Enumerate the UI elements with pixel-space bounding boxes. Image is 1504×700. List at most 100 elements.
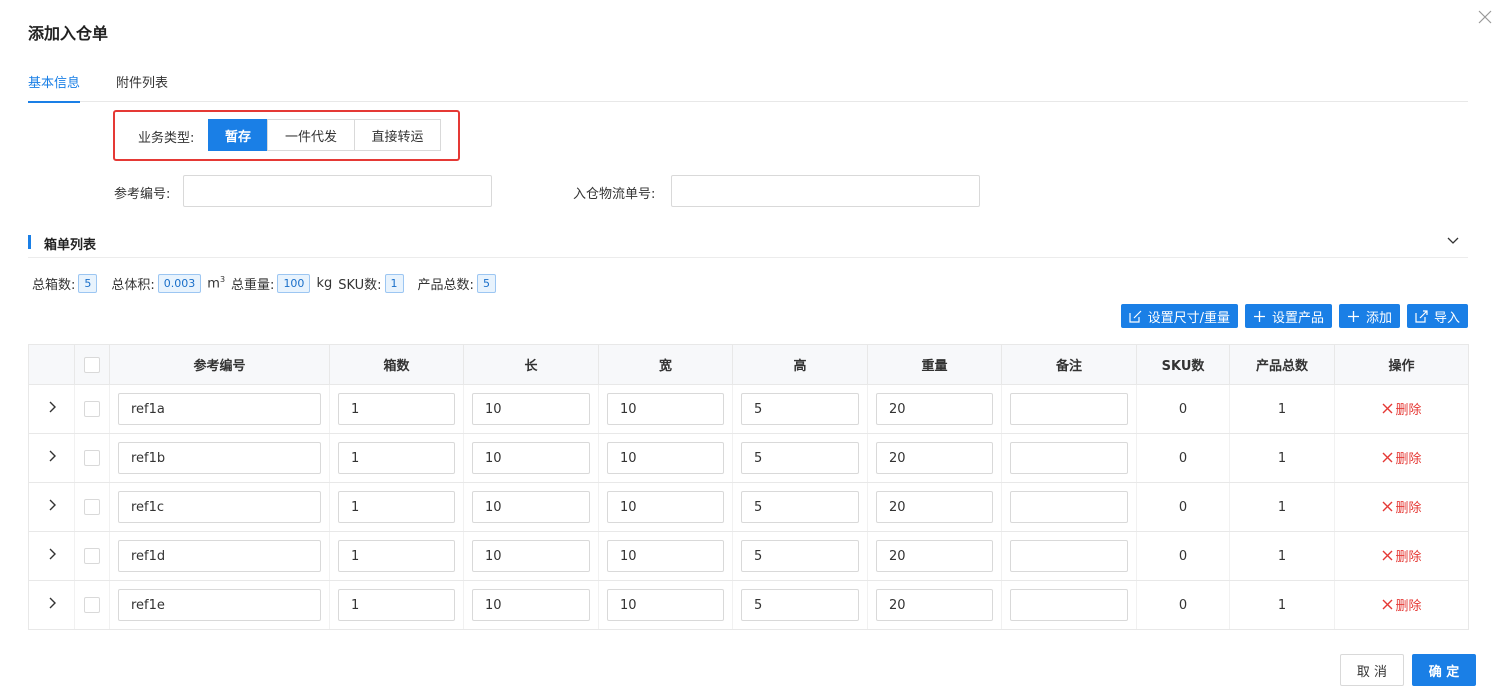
- note-input[interactable]: [1010, 491, 1128, 523]
- cell-weight: 20: [867, 433, 1002, 483]
- weight-input[interactable]: 20: [876, 491, 993, 523]
- chevron-down-icon[interactable]: [1446, 234, 1460, 248]
- ref-input[interactable]: ref1e: [118, 589, 321, 621]
- add-button[interactable]: 添加: [1338, 304, 1400, 328]
- length-input[interactable]: 10: [472, 589, 590, 621]
- cell-boxes: 1: [329, 580, 464, 630]
- cell-height: 5: [732, 433, 868, 483]
- delete-label: 删除: [1395, 403, 1422, 418]
- note-input[interactable]: [1010, 393, 1128, 425]
- cell-ref: ref1d: [109, 531, 330, 581]
- ref-input[interactable]: ref1d: [118, 540, 321, 572]
- chevron-right-icon[interactable]: [45, 548, 59, 565]
- width-input[interactable]: 10: [607, 540, 724, 572]
- height-input[interactable]: 5: [741, 491, 859, 523]
- boxes-input[interactable]: 1: [338, 491, 455, 523]
- set-products-button[interactable]: 设置产品: [1244, 304, 1332, 328]
- row-checkbox[interactable]: [84, 548, 100, 564]
- chevron-right-icon[interactable]: [45, 450, 59, 467]
- boxes-input[interactable]: 1: [338, 540, 455, 572]
- length-input[interactable]: 10: [472, 393, 590, 425]
- inbound-tracking-no-label: 入仓物流单号:: [573, 187, 656, 202]
- weight-input[interactable]: 20: [876, 540, 993, 572]
- import-icon: [1415, 309, 1428, 323]
- total-products-label: 产品总数:: [417, 278, 474, 293]
- import-label: 导入: [1433, 310, 1460, 326]
- cell-weight: 20: [867, 531, 1002, 581]
- header-boxes: 箱数: [329, 344, 464, 385]
- length-input[interactable]: 10: [472, 442, 590, 474]
- length-input[interactable]: 10: [472, 540, 590, 572]
- business-type-temporary-storage[interactable]: 暂存: [208, 119, 268, 151]
- confirm-button[interactable]: 确 定: [1412, 654, 1476, 686]
- cell-note: [1001, 580, 1137, 630]
- header-select-all[interactable]: [74, 344, 110, 385]
- height-input[interactable]: 5: [741, 589, 859, 621]
- expand-cell[interactable]: [28, 531, 75, 581]
- header-height: 高: [732, 344, 868, 385]
- weight-input[interactable]: 20: [876, 393, 993, 425]
- import-button[interactable]: 导入: [1406, 304, 1468, 328]
- cell-length: 10: [463, 482, 599, 532]
- boxes-input[interactable]: 1: [338, 393, 455, 425]
- table-row: ref1e 1 10 10 5 20 0 1 删除: [28, 580, 1469, 630]
- expand-cell[interactable]: [28, 433, 75, 483]
- cell-products: 1: [1229, 433, 1335, 483]
- row-checkbox[interactable]: [84, 450, 100, 466]
- tab-attachments[interactable]: 附件列表: [116, 72, 168, 101]
- cell-actions: 删除: [1334, 433, 1469, 483]
- weight-input[interactable]: 20: [876, 589, 993, 621]
- delete-button[interactable]: 删除: [1381, 448, 1422, 467]
- cell-weight: 20: [867, 580, 1002, 630]
- row-checkbox[interactable]: [84, 597, 100, 613]
- note-input[interactable]: [1010, 540, 1128, 572]
- expand-cell[interactable]: [28, 384, 75, 434]
- business-type-direct-transfer[interactable]: 直接转运: [354, 119, 441, 151]
- cell-sku: 0: [1136, 433, 1230, 483]
- delete-button[interactable]: 删除: [1381, 546, 1422, 565]
- select-all-checkbox[interactable]: [84, 356, 100, 373]
- width-input[interactable]: 10: [607, 491, 724, 523]
- expand-cell[interactable]: [28, 482, 75, 532]
- length-input[interactable]: 10: [472, 491, 590, 523]
- inbound-tracking-no-input[interactable]: [671, 175, 980, 207]
- set-dimensions-button[interactable]: 设置尺寸/重量: [1120, 304, 1238, 328]
- weight-input[interactable]: 20: [876, 442, 993, 474]
- chevron-right-icon[interactable]: [45, 499, 59, 516]
- cell-products: 1: [1229, 580, 1335, 630]
- ref-input[interactable]: ref1b: [118, 442, 321, 474]
- plus-icon: [1253, 310, 1265, 322]
- height-input[interactable]: 5: [741, 442, 859, 474]
- close-icon: [1382, 501, 1393, 512]
- close-icon[interactable]: [1476, 8, 1494, 26]
- chevron-right-icon[interactable]: [45, 401, 59, 418]
- delete-button[interactable]: 删除: [1381, 497, 1422, 516]
- expand-cell[interactable]: [28, 580, 75, 630]
- height-input[interactable]: 5: [741, 393, 859, 425]
- total-weight-unit: kg: [316, 276, 333, 291]
- cancel-button[interactable]: 取 消: [1340, 654, 1404, 686]
- note-input[interactable]: [1010, 442, 1128, 474]
- reference-no-input[interactable]: [183, 175, 492, 207]
- height-input[interactable]: 5: [741, 540, 859, 572]
- boxes-input[interactable]: 1: [338, 589, 455, 621]
- width-input[interactable]: 10: [607, 442, 724, 474]
- cell-ref: ref1c: [109, 482, 330, 532]
- ref-input[interactable]: ref1a: [118, 393, 321, 425]
- chevron-right-icon[interactable]: [45, 597, 59, 614]
- width-input[interactable]: 10: [607, 393, 724, 425]
- tab-basic-info[interactable]: 基本信息: [28, 72, 81, 103]
- delete-button[interactable]: 删除: [1381, 595, 1422, 614]
- ref-input[interactable]: ref1c: [118, 491, 321, 523]
- cell-length: 10: [463, 531, 599, 581]
- row-checkbox[interactable]: [84, 499, 100, 515]
- business-type-label: 业务类型:: [138, 131, 195, 146]
- boxes-input[interactable]: 1: [338, 442, 455, 474]
- note-input[interactable]: [1010, 589, 1128, 621]
- business-type-dropshipping[interactable]: 一件代发: [267, 119, 355, 151]
- cell-width: 10: [598, 433, 733, 483]
- row-checkbox[interactable]: [84, 401, 100, 417]
- sku-count-value: 1: [384, 274, 404, 293]
- delete-button[interactable]: 删除: [1381, 399, 1422, 418]
- width-input[interactable]: 10: [607, 589, 724, 621]
